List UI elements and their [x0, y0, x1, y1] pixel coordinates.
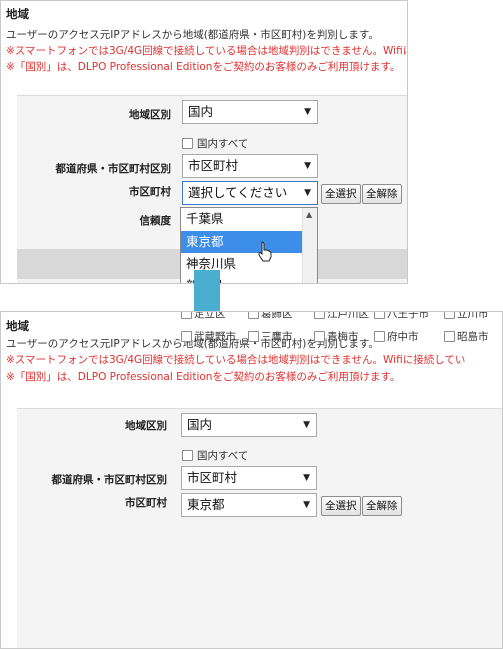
city-checkbox-label: 府中市 [387, 331, 419, 343]
city-select-value: 選択してください [188, 185, 288, 200]
city-checkbox-label: 江戸川区 [327, 311, 369, 320]
city-checkbox[interactable]: 八王子市 [374, 311, 429, 321]
pref-type-label: 都道府県・市区町村区別 [55, 163, 172, 175]
city-checkbox-label: 武蔵野市 [194, 331, 236, 343]
checkbox-icon [182, 138, 193, 149]
all-domestic-label: 国内すべて [197, 138, 249, 150]
checkbox-icon [182, 450, 193, 461]
pref-type-value: 市区町村 [188, 158, 239, 173]
city-select[interactable]: 東京都 ▼ [181, 493, 317, 517]
panel-after: 地域 ユーザーのアクセス元IPアドレスから地域(都道府県・市区町村)を判別します… [0, 311, 503, 649]
city-checkbox-label: 葛飾区 [261, 311, 293, 320]
panel-before: 地域 ユーザーのアクセス元IPアドレスから地域(都道府県・市区町村)を判別します… [0, 0, 408, 284]
form-area [17, 408, 502, 648]
city-checkbox[interactable]: 葛飾区 [248, 311, 293, 321]
city-select-value: 東京都 [187, 497, 225, 512]
checkbox-icon [444, 331, 455, 342]
checkbox-icon [248, 312, 259, 319]
city-label: 市区町村 [129, 186, 171, 198]
city-checkbox-label: 足立区 [194, 311, 226, 320]
checkbox-icon [248, 331, 259, 342]
city-checkbox-label: 三鷹市 [261, 331, 293, 343]
city-checkbox[interactable]: 武蔵野市 [181, 329, 236, 344]
checkbox-icon [374, 312, 385, 319]
all-domestic-label: 国内すべて [197, 450, 249, 462]
region-type-select[interactable]: 国内 ▼ [182, 100, 318, 124]
all-domestic-checkbox[interactable]: 国内すべて [182, 448, 248, 463]
city-select[interactable]: 選択してください ▼ [182, 181, 318, 205]
city-checkbox-label: 昭島市 [457, 331, 489, 343]
reliability-label: 信頼度 [139, 215, 172, 227]
smartphone-note: ※スマートフォンでは3G/4G回線で接続している場合は地域判別はできません。Wi… [6, 354, 466, 366]
checkbox-icon [181, 312, 192, 319]
city-checkbox-label: 青梅市 [327, 331, 359, 343]
pref-type-select[interactable]: 市区町村 ▼ [181, 466, 317, 490]
city-checkbox[interactable]: 府中市 [374, 329, 419, 344]
region-type-value: 国内 [187, 417, 213, 432]
description-text: ユーザーのアクセス元IPアドレスから地域(都道府県・市区町村)を判別します。 [6, 29, 379, 41]
clear-all-button[interactable]: 全解除 [362, 184, 402, 204]
city-checkbox[interactable]: 江戸川区 [314, 311, 369, 321]
chevron-down-icon: ▼ [303, 500, 310, 510]
checkbox-icon [314, 331, 325, 342]
chevron-down-icon: ▼ [304, 107, 311, 117]
country-note: ※「国別」は、DLPO Professional Editionをご契約のお客様… [6, 61, 401, 73]
chevron-down-icon: ▼ [304, 161, 311, 171]
pref-type-select[interactable]: 市区町村 ▼ [182, 154, 318, 178]
section-title: 地域 [6, 7, 29, 21]
dropdown-option[interactable]: 千葉県 [181, 208, 303, 230]
checkbox-icon [444, 312, 455, 319]
city-checkbox[interactable]: 青梅市 [314, 329, 359, 344]
region-type-label: 地域区別 [129, 109, 171, 121]
select-all-button[interactable]: 全選択 [321, 184, 361, 204]
select-all-button[interactable]: 全選択 [321, 496, 361, 516]
checkbox-icon [374, 331, 385, 342]
chevron-down-icon: ▼ [303, 473, 310, 483]
city-checkbox[interactable]: 足立区 [181, 311, 226, 321]
chevron-down-icon: ▼ [303, 420, 310, 430]
city-checkbox-label: 立川市 [457, 311, 489, 320]
city-checkbox-label: 八王子市 [387, 311, 429, 320]
dropdown-scrollbar[interactable]: ▲ [302, 208, 317, 283]
chevron-down-icon: ▼ [304, 188, 311, 198]
checkbox-icon [181, 331, 192, 342]
region-type-value: 国内 [188, 104, 214, 119]
region-type-label: 地域区別 [125, 420, 167, 432]
smartphone-note: ※スマートフォンでは3G/4G回線で接続している場合は地域判別はできません。Wi… [6, 45, 407, 57]
clear-all-button[interactable]: 全解除 [362, 496, 402, 516]
region-type-select[interactable]: 国内 ▼ [181, 413, 317, 437]
checkbox-icon [314, 312, 325, 319]
all-domestic-checkbox[interactable]: 国内すべて [182, 136, 248, 151]
dropdown-option-selected[interactable]: 東京都 [181, 231, 303, 253]
pref-type-value: 市区町村 [187, 470, 238, 485]
hand-cursor-icon [258, 241, 272, 262]
city-checkbox[interactable]: 昭島市 [444, 329, 489, 344]
city-label: 市区町村 [125, 497, 167, 509]
country-note: ※「国別」は、DLPO Professional Editionをご契約のお客様… [6, 371, 401, 383]
city-checkbox[interactable]: 立川市 [444, 311, 489, 321]
city-checkbox[interactable]: 三鷹市 [248, 329, 293, 344]
scroll-up-icon[interactable]: ▲ [306, 210, 312, 219]
pref-type-label: 都道府県・市区町村区別 [51, 474, 168, 486]
section-title: 地域 [6, 319, 29, 333]
